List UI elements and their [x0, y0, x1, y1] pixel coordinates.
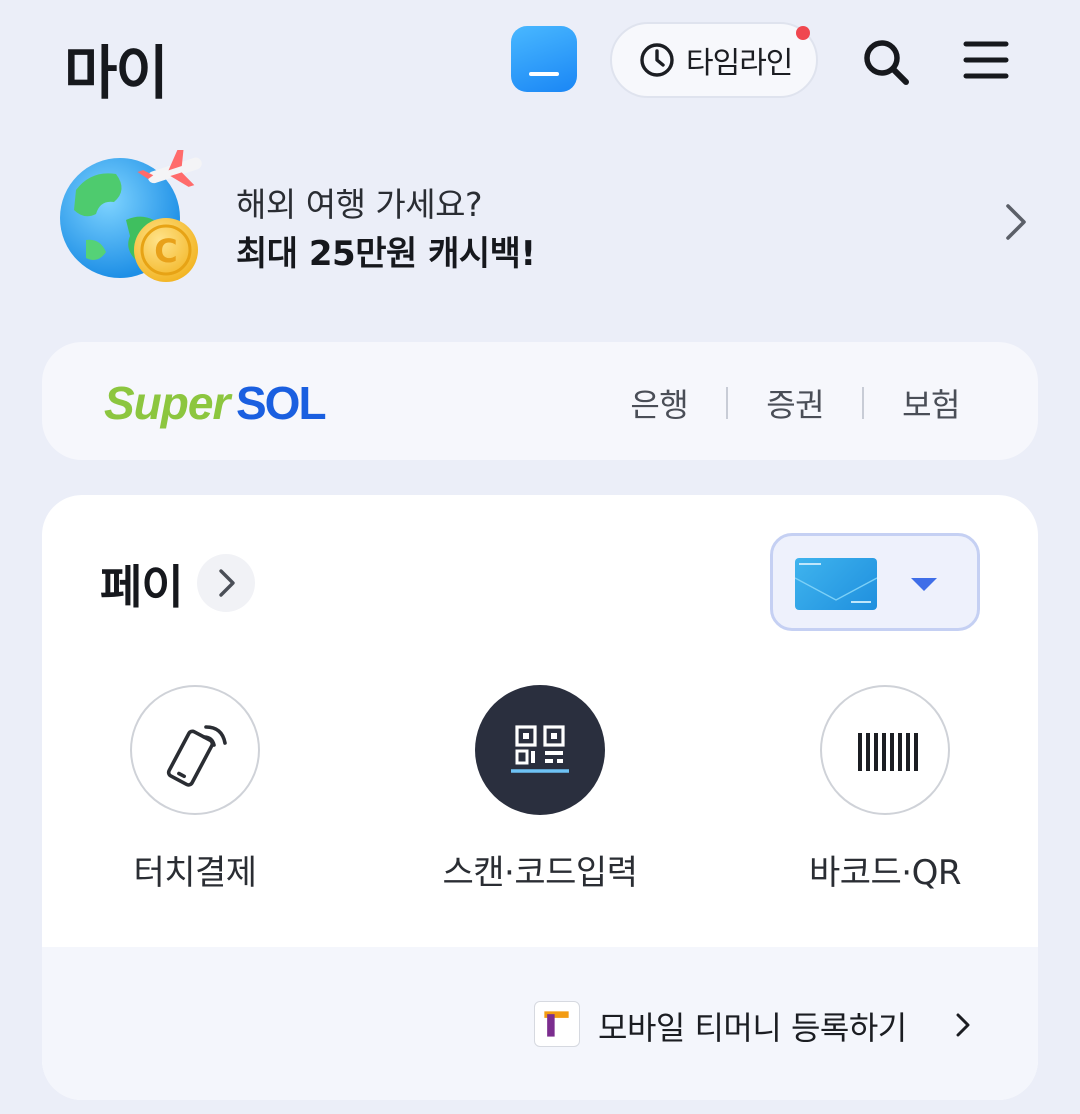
- supersol-links: 은행 증권 보험: [630, 380, 960, 426]
- pay-title[interactable]: 페이: [100, 551, 184, 617]
- tmoney-register-label: 모바일 티머니 등록하기: [598, 1009, 907, 1047]
- payment-card-thumbnail: [795, 558, 877, 610]
- supersol-logo[interactable]: Super SOL: [104, 374, 327, 434]
- clock-icon: [640, 43, 674, 77]
- scan-code-label: 스캔·코드입력: [442, 853, 639, 893]
- banner-subtitle: 해외 여행 가세요?: [236, 185, 483, 224]
- chevron-down-icon: [911, 578, 937, 591]
- divider: [726, 387, 729, 419]
- timeline-label: 타임라인: [686, 46, 793, 81]
- supersol-card: Super SOL 은행 증권 보험: [42, 342, 1038, 460]
- touch-pay-label: 터치결제: [133, 853, 257, 893]
- svg-text:C: C: [154, 232, 177, 270]
- app-tile-icon[interactable]: [511, 26, 577, 92]
- divider: [862, 387, 865, 419]
- barcode-qr-action[interactable]: 바코드·QR: [765, 685, 1005, 894]
- logo-sol-text: SOL: [236, 377, 327, 429]
- header: 마이 타임라인: [0, 0, 1080, 120]
- travel-cashback-banner[interactable]: C 해외 여행 가세요? 최대 25만원 캐시백!: [48, 150, 1038, 300]
- page-title: 마이: [64, 39, 169, 107]
- barcode-qr-label: 바코드·QR: [808, 853, 962, 893]
- link-bank[interactable]: 은행: [630, 380, 688, 426]
- chevron-right-icon: [956, 1013, 970, 1037]
- phone-nfc-icon: [166, 725, 227, 787]
- link-securities[interactable]: 증권: [766, 380, 824, 426]
- qr-scan-icon: [511, 725, 569, 773]
- tmoney-register-row[interactable]: 모바일 티머니 등록하기: [42, 947, 1038, 1100]
- scan-code-action[interactable]: 스캔·코드입력: [420, 685, 660, 894]
- pay-more-button[interactable]: [197, 554, 255, 612]
- pay-card: 페이 터치결제 스캔·코드입력 바코드·QR 모바일 티머니 등록하기: [42, 495, 1038, 1100]
- barcode-icon: [858, 733, 918, 771]
- timeline-button[interactable]: 타임라인: [610, 22, 818, 98]
- search-icon[interactable]: [858, 34, 914, 90]
- globe-airplane-coin-icon: C: [60, 150, 202, 282]
- notification-dot: [796, 26, 810, 40]
- menu-icon[interactable]: [960, 34, 1012, 86]
- touch-pay-action[interactable]: 터치결제: [75, 685, 315, 894]
- tmoney-logo-icon: [534, 1001, 580, 1047]
- banner-title: 최대 25만원 캐시백!: [236, 234, 536, 274]
- logo-super-text: Super: [104, 377, 230, 429]
- card-selector[interactable]: [770, 533, 980, 631]
- chevron-right-icon: [1006, 204, 1026, 240]
- link-insurance[interactable]: 보험: [902, 380, 960, 426]
- chevron-right-icon: [219, 569, 235, 597]
